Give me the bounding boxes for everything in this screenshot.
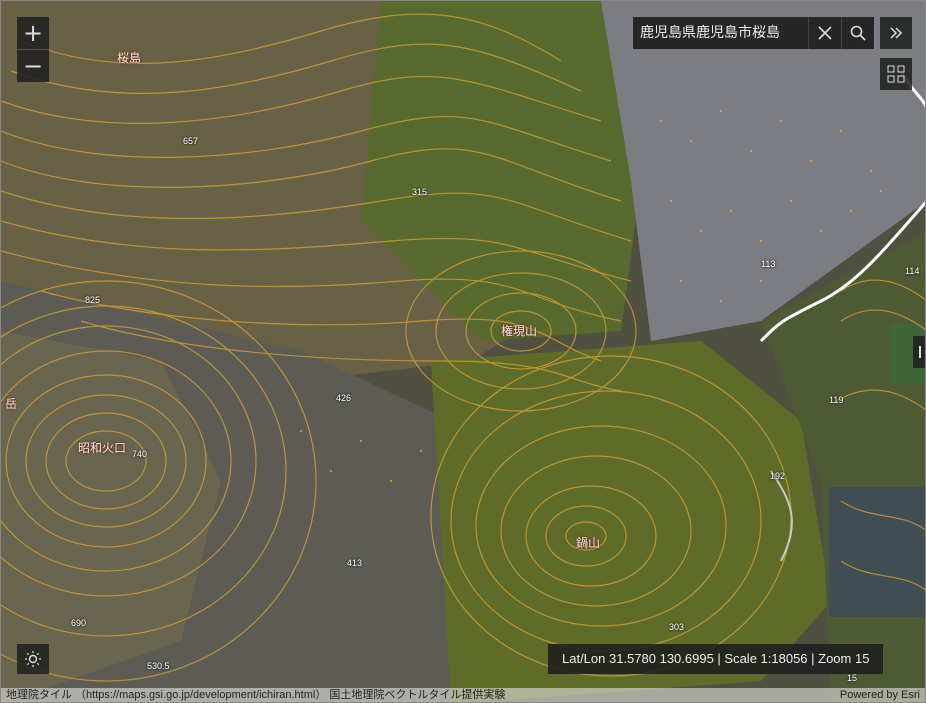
- expand-panel-button[interactable]: [880, 17, 912, 49]
- close-icon: [818, 26, 832, 40]
- elevation-label: 690: [71, 618, 87, 628]
- elevation-label: 15: [847, 673, 858, 683]
- elevation-label: 740: [132, 449, 148, 459]
- place-label-edge-dake: 岳: [5, 397, 18, 411]
- search-input[interactable]: 鹿児島県鹿児島市桜島: [633, 17, 808, 49]
- place-label-showa-crater: 昭和火口: [78, 441, 127, 455]
- basemap-gallery-button[interactable]: [880, 58, 912, 90]
- elevation-label: 413: [347, 558, 363, 568]
- attribution-bar: 地理院タイル （https://maps.gsi.go.jp/developme…: [1, 688, 925, 702]
- theme-toggle-button[interactable]: [17, 644, 49, 674]
- elevation-label: 530.5: [147, 661, 170, 671]
- powered-by-text[interactable]: Powered by Esri: [835, 688, 925, 702]
- map-view[interactable]: 桜島 権現山 昭和火口 鍋山 岳 657 315 825 426 740 413…: [0, 0, 926, 703]
- zoom-in-button[interactable]: +: [17, 17, 49, 49]
- place-label-nabeyama: 鍋山: [576, 536, 601, 550]
- coordinate-scale-readout: Lat/Lon 31.5780 130.6995 | Scale 1:18056…: [548, 644, 884, 674]
- elevation-label: 119: [829, 395, 844, 405]
- handle-grip-icon: [919, 346, 921, 358]
- satellite-contour-map[interactable]: [1, 1, 926, 703]
- elevation-label: 825: [85, 295, 101, 305]
- elevation-label: 315: [412, 187, 428, 197]
- basemap-grid-icon: [887, 65, 905, 83]
- clear-search-button[interactable]: [808, 17, 841, 49]
- search-icon: [850, 25, 866, 41]
- place-label-sakurajima: 桜島: [117, 51, 142, 65]
- search-bar: 鹿児島県鹿児島市桜島: [633, 17, 874, 49]
- zoom-out-button[interactable]: −: [17, 49, 49, 82]
- sun-icon: [25, 651, 41, 667]
- elevation-label: 114: [905, 266, 920, 276]
- elevation-label: 303: [669, 622, 685, 632]
- elevation-label: 657: [183, 136, 199, 146]
- elevation-label: 192: [770, 471, 786, 481]
- elevation-label: 113: [761, 259, 776, 269]
- search-button[interactable]: [841, 17, 874, 49]
- attribution-text[interactable]: 地理院タイル （https://maps.gsi.go.jp/developme…: [1, 688, 510, 702]
- side-panel-handle[interactable]: [913, 336, 925, 368]
- elevation-label: 426: [336, 393, 352, 403]
- place-label-gongenyama: 権現山: [501, 324, 538, 338]
- chevron-double-right-icon: [890, 27, 903, 39]
